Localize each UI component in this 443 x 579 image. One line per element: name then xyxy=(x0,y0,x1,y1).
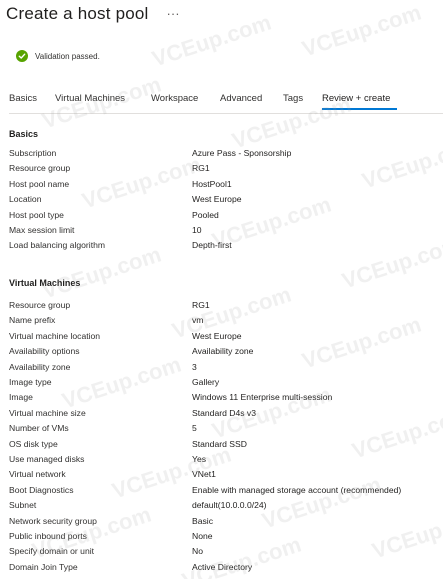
summary-label: Resource group xyxy=(9,163,71,174)
summary-label: Name prefix xyxy=(9,315,56,326)
summary-row: Virtual machine size Standard D4s v3 xyxy=(9,408,443,422)
summary-row: Image type Gallery xyxy=(9,377,443,391)
summary-label: Resource group xyxy=(9,300,71,310)
summary-label: Availability zone xyxy=(9,361,71,372)
summary-value: HostPool1 xyxy=(192,178,232,189)
tab-advanced[interactable]: Advanced xyxy=(220,93,262,104)
summary-value: Availability zone xyxy=(192,346,254,357)
tab-bar: Basics Virtual Machines Workspace Advanc… xyxy=(9,93,443,111)
summary-label: Network security group xyxy=(9,515,97,526)
section-title-virtual-machines: Virtual Machines xyxy=(9,278,81,288)
summary-row: Availability zone 3 xyxy=(9,362,443,376)
summary-label: Virtual network xyxy=(9,469,66,480)
summary-row: Location West Europe xyxy=(9,194,443,208)
summary-label: Host pool name xyxy=(9,178,70,189)
summary-value: West Europe xyxy=(192,330,242,341)
validation-banner: Validation passed. xyxy=(16,50,100,62)
summary-label: Virtual machine size xyxy=(9,407,86,418)
summary-value: None xyxy=(192,531,213,541)
summary-row: Domain Join Type Active Directory xyxy=(9,562,443,576)
summary-value: No xyxy=(192,546,203,557)
summary-row: Subnet default(10.0.0.0/24) xyxy=(9,500,443,514)
summary-value: Enable with managed storage account (rec… xyxy=(192,484,402,495)
title-row: Create a host pool ··· xyxy=(6,4,180,24)
summary-row: Number of VMs 5 xyxy=(9,423,443,437)
summary-row: Name prefix vm xyxy=(9,315,443,329)
summary-label: Public inbound ports xyxy=(9,531,87,541)
tab-virtual-machines[interactable]: Virtual Machines xyxy=(55,93,125,104)
summary-value: VNet1 xyxy=(192,469,216,480)
summary-value: Standard SSD xyxy=(192,438,247,449)
summary-value: 5 xyxy=(192,423,197,434)
page-title: Create a host pool xyxy=(6,4,149,23)
summary-value: 3 xyxy=(192,361,197,372)
summary-label: Domain Join Type xyxy=(9,561,78,572)
summary-row: Image Windows 11 Enterprise multi-session xyxy=(9,392,443,406)
summary-row: Virtual machine location West Europe xyxy=(9,331,443,345)
summary-row: Network security group Basic xyxy=(9,516,443,530)
watermark-text: VCEup.com xyxy=(299,0,425,62)
summary-row: Max session limit 10 xyxy=(9,225,443,239)
summary-value: Windows 11 Enterprise multi-session xyxy=(192,392,333,403)
summary-value: Gallery xyxy=(192,377,220,387)
summary-value: 10 xyxy=(192,225,202,235)
tab-review-create[interactable]: Review + create xyxy=(322,93,390,104)
summary-label: Host pool type xyxy=(9,209,64,220)
summary-value: vm xyxy=(192,315,204,326)
summary-row: Boot Diagnostics Enable with managed stor… xyxy=(9,485,443,499)
summary-row: Load balancing algorithm Depth-first xyxy=(9,240,443,254)
summary-label: Specify domain or unit xyxy=(9,546,95,557)
summary-row: Resource group RG1 xyxy=(9,163,443,177)
summary-row: Use managed disks Yes xyxy=(9,454,443,468)
section-title-basics: Basics xyxy=(9,129,39,139)
summary-row: Public inbound ports None xyxy=(9,531,443,545)
summary-label: Image xyxy=(9,392,33,403)
summary-label: OS disk type xyxy=(9,438,58,449)
more-options-button[interactable]: ··· xyxy=(167,7,180,20)
summary-value: Basic xyxy=(192,515,214,526)
summary-label: Virtual machine location xyxy=(9,330,101,341)
validation-status-text: Validation passed. xyxy=(35,51,100,61)
summary-label: Subscription xyxy=(9,148,57,158)
summary-value: Azure Pass - Sponsorship xyxy=(192,148,292,158)
summary-label: Use managed disks xyxy=(9,454,85,464)
summary-label: Load balancing algorithm xyxy=(9,240,106,251)
check-circle-icon xyxy=(16,50,28,62)
summary-value: default(10.0.0.0/24) xyxy=(192,500,267,511)
summary-value: Pooled xyxy=(192,209,219,220)
summary-value: Active Directory xyxy=(192,561,253,572)
summary-value: West Europe xyxy=(192,194,242,205)
tab-tags[interactable]: Tags xyxy=(283,93,303,104)
summary-label: Image type xyxy=(9,377,52,387)
summary-value: RG1 xyxy=(192,163,210,174)
active-tab-indicator xyxy=(322,108,397,110)
summary-value: Depth-first xyxy=(192,240,232,251)
summary-label: Availability options xyxy=(9,346,80,357)
summary-value: Yes xyxy=(192,454,207,464)
tab-workspace[interactable]: Workspace xyxy=(151,93,198,104)
summary-row: Virtual network VNet1 xyxy=(9,469,443,483)
tab-basics[interactable]: Basics xyxy=(9,93,37,104)
summary-label: Location xyxy=(9,194,42,205)
summary-row: Subscription Azure Pass - Sponsorship xyxy=(9,148,443,162)
summary-row: OS disk type Standard SSD xyxy=(9,439,443,453)
tabs-divider xyxy=(9,113,443,114)
summary-row: Availability options Availability zone xyxy=(9,346,443,360)
summary-row: Resource group RG1 xyxy=(9,300,443,314)
summary-row: Specify domain or unit No xyxy=(9,546,443,560)
summary-value: RG1 xyxy=(192,300,210,310)
summary-value: Standard D4s v3 xyxy=(192,407,257,418)
summary-label: Subnet xyxy=(9,500,37,511)
summary-label: Boot Diagnostics xyxy=(9,484,74,495)
summary-label: Max session limit xyxy=(9,225,75,235)
summary-row: Host pool type Pooled xyxy=(9,210,443,224)
summary-label: Number of VMs xyxy=(9,423,69,434)
summary-row: Host pool name HostPool1 xyxy=(9,179,443,193)
